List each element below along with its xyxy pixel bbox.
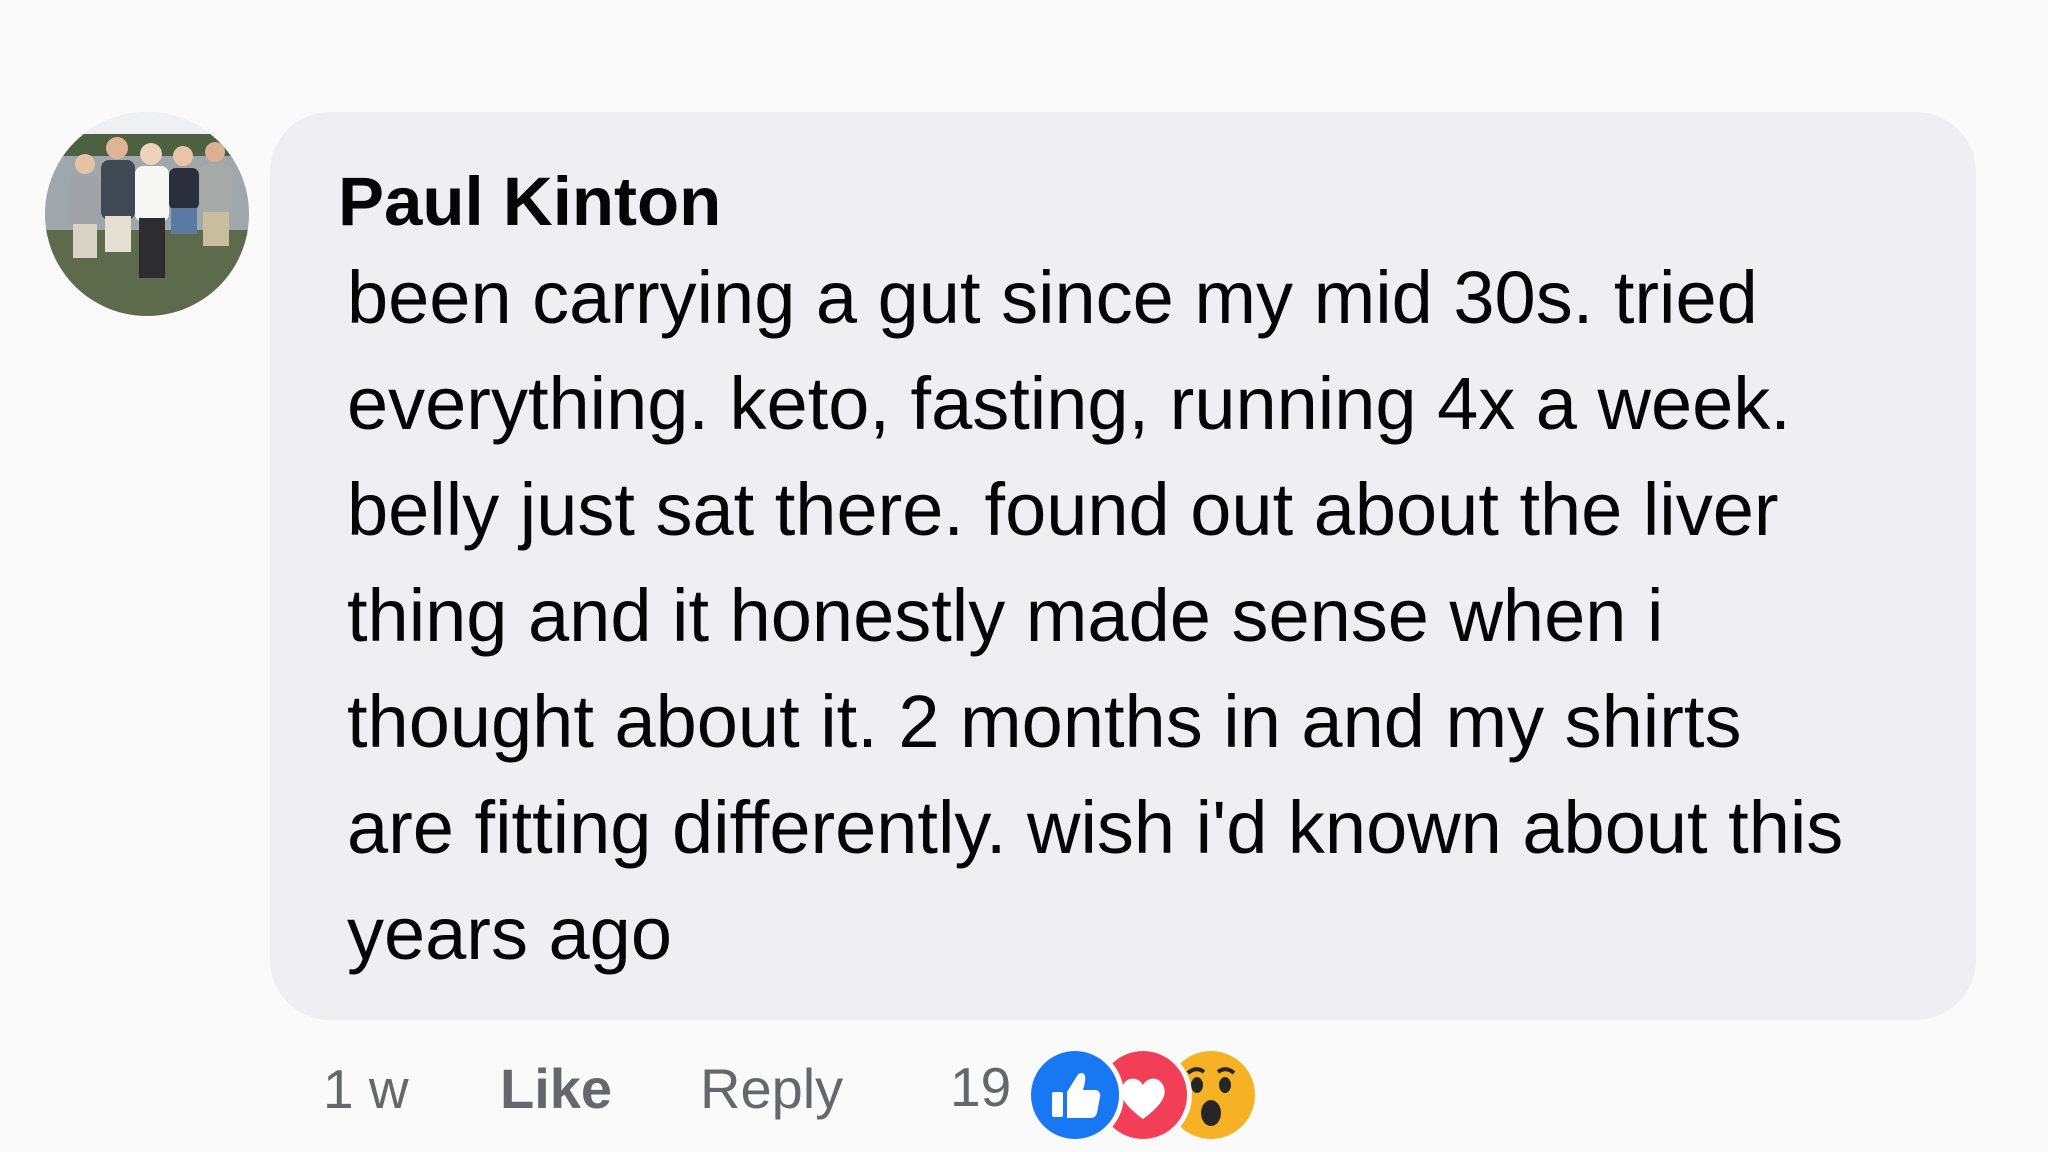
reaction-count[interactable]: 19 xyxy=(950,1052,1011,1122)
avatar[interactable] xyxy=(45,112,249,316)
avatar-photo xyxy=(45,112,249,316)
like-icon xyxy=(1026,1046,1124,1144)
comment-timestamp[interactable]: 1 w xyxy=(323,1054,409,1124)
comment-text: been carrying a gut since my mid 30s. tr… xyxy=(347,245,1907,987)
comment-line: been carrying a gut since my mid 30s. tr… xyxy=(347,256,1758,339)
comment-line: everything. keto, fasting, running 4x a … xyxy=(347,362,1791,445)
reaction-summary[interactable] xyxy=(1026,1040,1266,1144)
comment-line: thought about it. 2 months in and my shi… xyxy=(347,680,1742,763)
like-button[interactable]: Like xyxy=(500,1054,612,1124)
comment-line: are fitting differently. wish i'd known … xyxy=(347,786,1844,869)
author-name[interactable]: Paul Kinton xyxy=(338,162,721,242)
comment-line: years ago xyxy=(347,892,672,975)
comment-line: belly just sat there. found out about th… xyxy=(347,468,1779,551)
comment-line: thing and it honestly made sense when i xyxy=(347,574,1664,657)
comment-actions: 1 w Like Reply 19 xyxy=(0,1040,2048,1144)
reply-button[interactable]: Reply xyxy=(700,1054,843,1124)
